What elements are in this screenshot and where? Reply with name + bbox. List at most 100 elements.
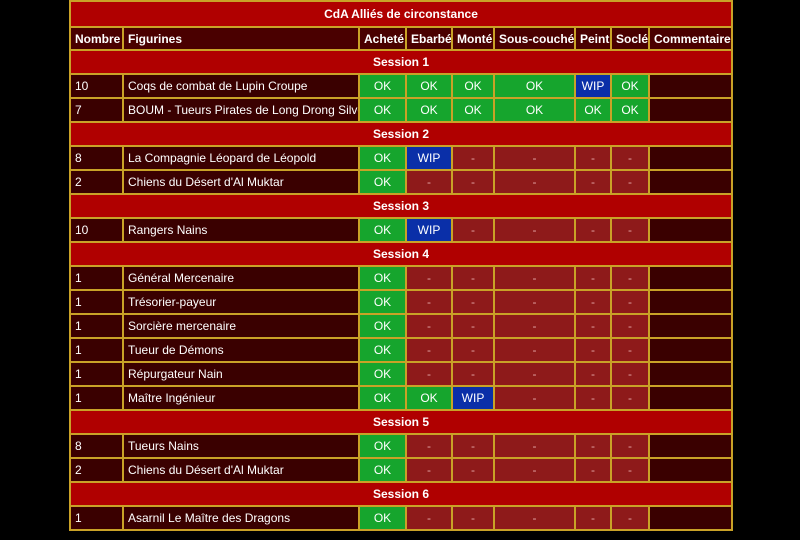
status-cell: - — [452, 146, 494, 170]
status-cell: - — [575, 290, 611, 314]
status-cell: OK — [359, 74, 406, 98]
status-cell: - — [406, 170, 452, 194]
status-cell: OK — [359, 290, 406, 314]
session-row: Session 1 — [70, 50, 732, 74]
status-cell: - — [575, 314, 611, 338]
figurine-name-cell: Tueur de Démons — [123, 338, 359, 362]
status-cell: - — [575, 386, 611, 410]
status-cell: OK — [494, 98, 575, 122]
figurines-table: CdA Alliés de circonstance Nombre Figuri… — [69, 0, 733, 531]
session-label: Session 6 — [70, 482, 732, 506]
session-row: Session 2 — [70, 122, 732, 146]
count-cell: 1 — [70, 266, 123, 290]
table-row: 8 Tueurs Nains OK - - - - - — [70, 434, 732, 458]
status-cell: OK — [359, 434, 406, 458]
status-cell: - — [494, 314, 575, 338]
table-row: 1 Trésorier-payeur OK - - - - - — [70, 290, 732, 314]
header-commentaire: Commentaire — [649, 27, 732, 50]
table-row: 8 La Compagnie Léopard de Léopold OK WIP - - -… — [70, 146, 732, 170]
status-cell: - — [452, 170, 494, 194]
status-cell: - — [575, 338, 611, 362]
comment-cell — [649, 98, 732, 122]
figurine-name-cell: Sorcière mercenaire — [123, 314, 359, 338]
header-monte: Monté — [452, 27, 494, 50]
table-row: 7 BOUM - Tueurs Pirates de Long Drong Sil… — [70, 98, 732, 122]
status-cell: - — [611, 218, 649, 242]
status-cell: - — [452, 458, 494, 482]
count-cell: 1 — [70, 506, 123, 530]
session-row: Session 6 — [70, 482, 732, 506]
status-cell: - — [611, 386, 649, 410]
header-peint: Peint — [575, 27, 611, 50]
status-cell: OK — [611, 74, 649, 98]
status-cell: - — [494, 362, 575, 386]
table-row: 2 Chiens du Désert d'Al Muktar OK - - - - - — [70, 458, 732, 482]
comment-cell — [649, 338, 732, 362]
status-cell: - — [575, 434, 611, 458]
figurine-name-cell: Trésorier-payeur — [123, 290, 359, 314]
comment-cell — [649, 434, 732, 458]
status-cell: - — [494, 506, 575, 530]
status-cell: - — [494, 146, 575, 170]
table-row: 10 Coqs de combat de Lupin Croupe OK OK OK OK… — [70, 74, 732, 98]
status-cell: OK — [359, 338, 406, 362]
figurine-name-cell: Maître Ingénieur — [123, 386, 359, 410]
status-cell: OK — [359, 314, 406, 338]
count-cell: 1 — [70, 314, 123, 338]
status-cell: - — [406, 290, 452, 314]
session-label: Session 5 — [70, 410, 732, 434]
figurine-name-cell: Chiens du Désert d'Al Muktar — [123, 170, 359, 194]
status-cell: OK — [611, 98, 649, 122]
status-cell: - — [611, 458, 649, 482]
session-label: Session 1 — [70, 50, 732, 74]
count-cell: 2 — [70, 170, 123, 194]
comment-cell — [649, 146, 732, 170]
session-row: Session 5 — [70, 410, 732, 434]
status-cell: OK — [359, 386, 406, 410]
status-cell: - — [406, 506, 452, 530]
comment-cell — [649, 170, 732, 194]
figurine-name-cell: BOUM - Tueurs Pirates de Long Drong Silv… — [123, 98, 359, 122]
status-cell: OK — [359, 266, 406, 290]
count-cell: 1 — [70, 362, 123, 386]
table-row: 1 Sorcière mercenaire OK - - - - - — [70, 314, 732, 338]
header-socle: Soclé — [611, 27, 649, 50]
session-label: Session 2 — [70, 122, 732, 146]
status-cell: - — [611, 362, 649, 386]
status-cell: - — [406, 338, 452, 362]
status-cell: - — [406, 434, 452, 458]
status-cell: - — [494, 266, 575, 290]
table-row: 1 Général Mercenaire OK - - - - - — [70, 266, 732, 290]
status-cell: - — [406, 362, 452, 386]
header-sous-couche: Sous-couché — [494, 27, 575, 50]
status-cell: - — [611, 314, 649, 338]
count-cell: 1 — [70, 338, 123, 362]
status-cell: - — [494, 338, 575, 362]
status-cell: OK — [494, 74, 575, 98]
status-cell: - — [575, 506, 611, 530]
count-cell: 1 — [70, 386, 123, 410]
status-cell: WIP — [406, 146, 452, 170]
status-cell: - — [494, 170, 575, 194]
status-cell: - — [452, 338, 494, 362]
session-row: Session 4 — [70, 242, 732, 266]
header-achete: Acheté — [359, 27, 406, 50]
comment-cell — [649, 266, 732, 290]
status-cell: OK — [359, 218, 406, 242]
status-cell: - — [575, 218, 611, 242]
comment-cell — [649, 314, 732, 338]
table-row: 1 Maître Ingénieur OK OK WIP - - - — [70, 386, 732, 410]
status-cell: - — [452, 434, 494, 458]
status-cell: - — [494, 386, 575, 410]
count-cell: 8 — [70, 146, 123, 170]
progress-table-container: CdA Alliés de circonstance Nombre Figuri… — [69, 0, 733, 531]
status-cell: - — [575, 170, 611, 194]
status-cell: - — [494, 434, 575, 458]
status-cell: - — [452, 290, 494, 314]
session-label: Session 4 — [70, 242, 732, 266]
status-cell: - — [452, 506, 494, 530]
comment-cell — [649, 74, 732, 98]
status-cell: - — [494, 290, 575, 314]
header-figurines: Figurines — [123, 27, 359, 50]
status-cell: - — [494, 218, 575, 242]
